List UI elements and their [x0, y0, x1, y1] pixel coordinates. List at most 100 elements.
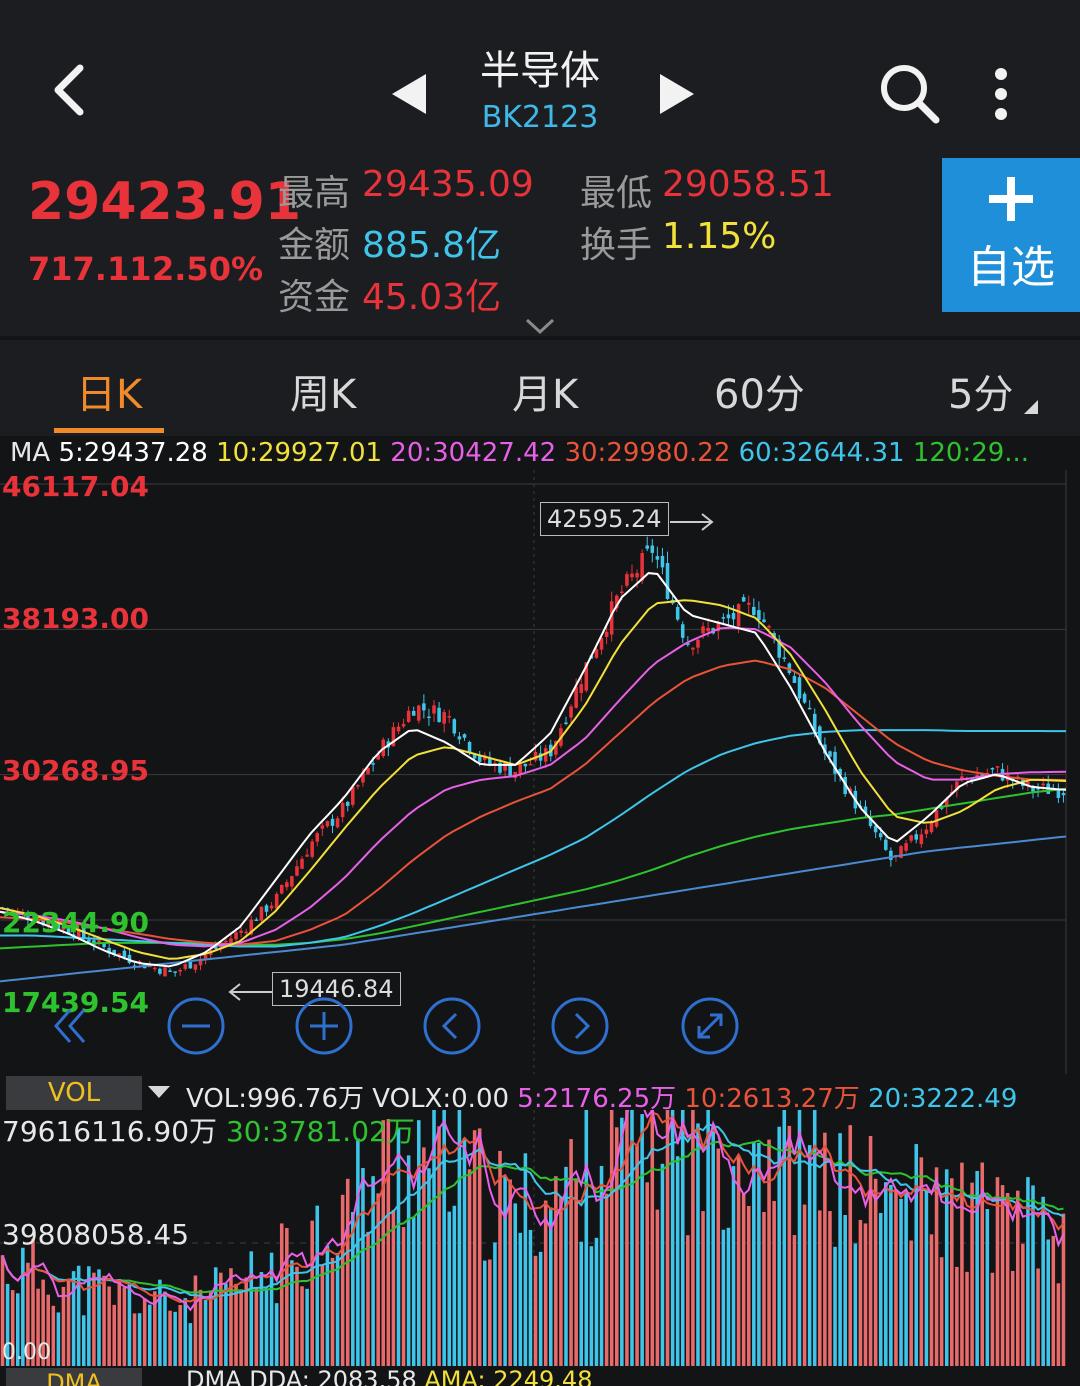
arrow-right-icon — [670, 513, 714, 531]
volume-bar — [477, 1128, 482, 1366]
volume-bar — [670, 1089, 675, 1366]
candle-up — [620, 591, 624, 594]
volume-bar — [345, 1178, 350, 1366]
volume-bar — [965, 1271, 969, 1366]
scroll-to-start-icon[interactable] — [44, 1000, 94, 1050]
volume-axis-top-value: 79616116.90 — [2, 1115, 190, 1148]
volume-bar — [640, 1114, 644, 1366]
volume-bar — [792, 1235, 797, 1366]
candle-up — [244, 931, 248, 934]
zoom-out-icon[interactable] — [166, 996, 226, 1056]
volume-bar — [178, 1305, 182, 1366]
volume-bar — [944, 1169, 949, 1366]
volume-bar — [975, 1170, 979, 1366]
candle-up — [300, 858, 304, 869]
volume-bar — [772, 1200, 776, 1366]
scroll-right-icon[interactable] — [550, 996, 610, 1056]
volume-axis-mid: 39808058.45 — [2, 1218, 190, 1251]
fullscreen-icon[interactable] — [680, 996, 740, 1056]
candle-up — [193, 964, 198, 970]
volume-bar — [696, 1123, 700, 1366]
price-axis-top: 46117.04 — [2, 470, 150, 503]
volume-bar — [279, 1223, 284, 1366]
volume-bar — [406, 1155, 411, 1366]
tab-monthly-k[interactable]: 月K — [512, 362, 578, 420]
volume-bar — [721, 1229, 726, 1366]
candle-up — [746, 602, 751, 605]
volume-bar — [543, 1200, 548, 1366]
volume-bar — [259, 1272, 264, 1366]
volume-bar — [726, 1227, 731, 1366]
candle-down — [726, 614, 731, 619]
volume-indicator-selector[interactable]: VOL — [6, 1076, 142, 1110]
volume-bar — [391, 1209, 396, 1366]
kline-chart[interactable]: 46117.04 38193.00 30268.95 22344.90 1743… — [0, 470, 1080, 1074]
volume-bar — [894, 1189, 898, 1366]
volume-bar — [1021, 1243, 1025, 1366]
candle-up — [279, 884, 284, 894]
candle-down — [564, 722, 568, 724]
volume-bar — [1010, 1270, 1015, 1366]
add-to-watchlist-button[interactable]: 自选 — [942, 158, 1080, 312]
candle-down — [782, 657, 787, 659]
search-button[interactable] — [870, 54, 950, 134]
volume-bar — [528, 1229, 533, 1366]
volume-bar — [102, 1275, 106, 1366]
candle-up — [97, 940, 101, 943]
volume-bar — [396, 1127, 401, 1366]
volume-bar — [173, 1311, 177, 1366]
volume-bar — [904, 1192, 908, 1366]
volume-bar — [467, 1169, 472, 1366]
volume-bar — [746, 1205, 751, 1366]
volume-bar — [112, 1304, 116, 1366]
volume-bar — [132, 1313, 137, 1366]
candle-up — [340, 802, 345, 818]
volume-bar — [1015, 1190, 1020, 1366]
candle-down — [665, 563, 670, 599]
volume-chart[interactable]: 79616116.90万 30:3781.02万 39808058.45 0.0… — [0, 1021, 1080, 1366]
tab-60-minute[interactable]: 60分 — [714, 362, 805, 420]
volume-bar — [188, 1323, 193, 1366]
candle-up — [259, 906, 264, 921]
volume-bar — [203, 1299, 208, 1366]
candle-up — [1041, 783, 1045, 786]
tab-weekly-k[interactable]: 周K — [290, 362, 356, 420]
candle-down — [807, 707, 812, 710]
volume-bar — [137, 1313, 142, 1366]
triangle-down-icon[interactable] — [146, 1084, 172, 1100]
next-sector-button[interactable] — [650, 66, 706, 122]
volume-bar — [574, 1178, 578, 1366]
volume-bar — [533, 1255, 538, 1366]
volume-bar — [635, 1143, 639, 1366]
candle-down — [752, 606, 756, 616]
volume-bar — [472, 1130, 477, 1366]
candle-down — [457, 736, 462, 740]
candle-down — [721, 617, 726, 619]
candle-down — [655, 556, 660, 560]
candle-up — [335, 818, 340, 828]
tab-daily-k[interactable]: 日K — [76, 362, 142, 420]
candle-down — [467, 741, 472, 753]
dma-indicator-selector[interactable]: DMA — [6, 1368, 142, 1386]
tab-5-minute[interactable]: 5分 — [948, 362, 1013, 420]
candle-up — [904, 843, 908, 851]
volume-bar — [589, 1246, 594, 1366]
scroll-left-icon[interactable] — [422, 996, 482, 1056]
volume-bar — [122, 1287, 127, 1366]
volume-bar — [1000, 1185, 1005, 1366]
candle-up — [178, 970, 182, 972]
candle-up — [635, 573, 639, 578]
volume-bar — [909, 1240, 913, 1366]
candle-up — [290, 876, 294, 887]
more-menu-button[interactable] — [976, 54, 1026, 134]
volume-bar — [1051, 1235, 1056, 1366]
candle-down — [660, 555, 665, 568]
volume-bar — [81, 1315, 86, 1366]
current-price: 29423.91 — [28, 172, 302, 232]
volume-bar — [924, 1191, 929, 1366]
zoom-in-icon[interactable] — [294, 996, 354, 1056]
candle-up — [518, 764, 523, 774]
back-button[interactable] — [30, 50, 110, 130]
volume-bar — [518, 1232, 523, 1366]
expand-quote-button[interactable] — [520, 314, 560, 338]
